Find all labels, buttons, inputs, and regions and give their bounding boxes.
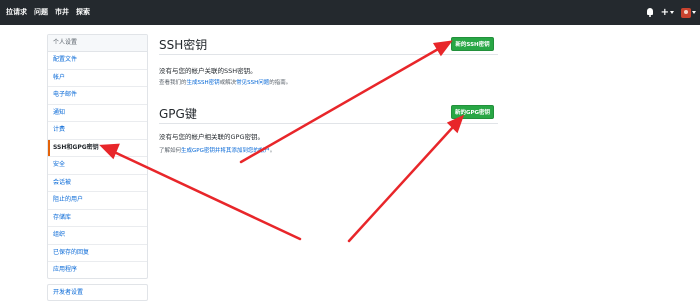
new-gpg-key-button[interactable]: 新的GPG密钥: [451, 105, 494, 119]
annotation-arrow-gpg: [347, 125, 455, 243]
sidebar-item-account[interactable]: 帐户: [48, 70, 147, 87]
sidebar-item-ssh-gpg-keys[interactable]: SSH和GPG密钥: [48, 139, 147, 157]
sidebar-item-emails[interactable]: 电子邮件: [48, 87, 147, 105]
annotation-arrow-ssh: [239, 46, 442, 164]
sidebar-item-security[interactable]: 安全: [48, 157, 147, 175]
sidebar-item-notifications[interactable]: 通知: [48, 105, 147, 122]
gpg-help-prefix: 了解如何: [159, 148, 182, 154]
ssh-generate-link[interactable]: 生成SSH密钥: [187, 80, 220, 86]
ssh-help-suffix: 的指南。: [269, 80, 292, 86]
sidebar-item-repositories[interactable]: 存储库: [48, 210, 147, 227]
new-ssh-key-button[interactable]: 新的SSH密钥: [451, 37, 494, 51]
gpg-generate-link[interactable]: 生成GPG密钥并将其添加到您的帐户: [181, 148, 270, 154]
nav-marketplace[interactable]: 市井: [55, 0, 69, 25]
nav-explore[interactable]: 探索: [76, 0, 90, 25]
gpg-help-suffix: 。: [269, 148, 276, 154]
avatar: [681, 7, 691, 18]
section-divider: [159, 54, 498, 55]
header-actions: +: [646, 0, 696, 25]
chevron-down-icon: [692, 11, 696, 14]
nav-pull-requests[interactable]: 拉请求: [6, 0, 27, 25]
top-nav: 拉请求 问题 市井 探索: [6, 0, 90, 25]
plus-icon: +: [660, 6, 669, 18]
sidebar-header: 个人设置: [48, 35, 147, 52]
sidebar-item-saved-replies[interactable]: 已保存的回复: [48, 245, 147, 262]
ssh-troubleshoot-link[interactable]: 常见SSH问题: [236, 80, 269, 86]
user-menu[interactable]: [681, 7, 696, 18]
sidebar-item-billing[interactable]: 计费: [48, 122, 147, 140]
section-divider: [159, 123, 498, 124]
sidebar-item-developer-settings[interactable]: 开发者设置: [47, 284, 148, 301]
gpg-help-text: 了解如何生成GPG密钥并将其添加到您的帐户。: [159, 146, 275, 154]
sidebar-item-applications[interactable]: 应用程序: [48, 262, 147, 278]
bell-icon[interactable]: [646, 8, 654, 17]
gpg-empty-text: 没有与您的帐户相关联的GPG密钥。: [159, 133, 264, 141]
sidebar-item-sessions[interactable]: 会话被: [48, 175, 147, 192]
top-header: 拉请求 问题 市井 探索 +: [0, 0, 700, 25]
ssh-empty-text: 没有与您的帐户关联的SSH密钥。: [159, 67, 257, 75]
chevron-down-icon: [670, 11, 674, 14]
sidebar-item-organizations[interactable]: 组织: [48, 227, 147, 245]
ssh-keys-title: SSH密钥: [159, 38, 208, 52]
gpg-keys-title: GPG键: [159, 107, 197, 121]
sidebar-item-blocked-users[interactable]: 阻止的用户: [48, 192, 147, 210]
ssh-help-prefix: 查看我们的: [159, 80, 187, 86]
nav-issues[interactable]: 问题: [34, 0, 48, 25]
create-new-button[interactable]: +: [660, 6, 674, 18]
sidebar-item-profile[interactable]: 配置文件: [48, 52, 147, 70]
settings-sidebar: 个人设置 配置文件 帐户 电子邮件 通知 计费 SSH和GPG密钥 安全 会话被…: [47, 34, 148, 279]
ssh-help-text: 查看我们的生成SSH密钥或解决常见SSH问题的指南。: [159, 78, 291, 86]
annotation-arrowhead-gpg: [446, 114, 465, 134]
ssh-help-mid: 或解决: [219, 80, 237, 86]
annotation-arrowhead-ssh: [432, 40, 453, 57]
